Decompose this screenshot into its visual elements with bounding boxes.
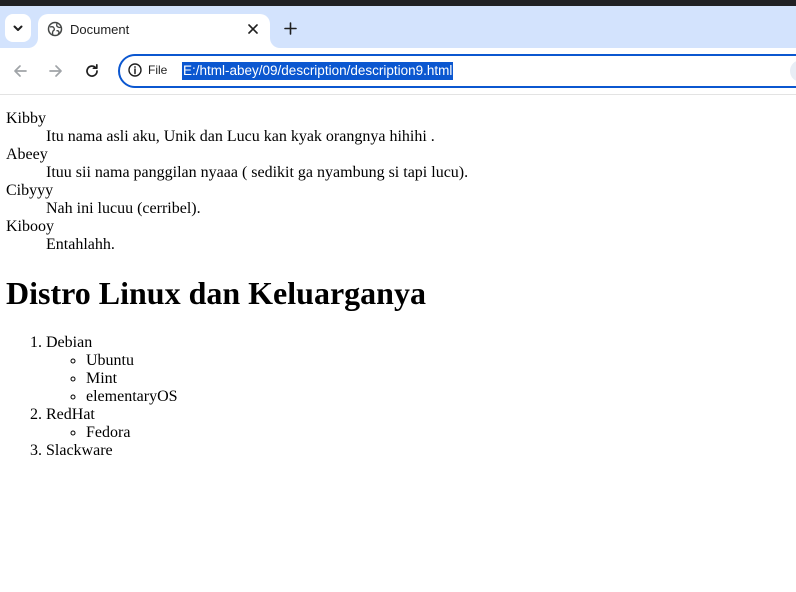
description-list: Kibby Itu nama asli aku, Unik dan Lucu k… bbox=[6, 110, 786, 254]
description-term: Abeey bbox=[6, 146, 48, 163]
page-content: Kibby Itu nama asli aku, Unik dan Lucu k… bbox=[6, 110, 786, 460]
tab-document[interactable]: Document bbox=[38, 14, 270, 48]
page-heading: Distro Linux dan Keluarganya bbox=[6, 275, 426, 311]
distro-list: Debian Ubuntu Mint elementaryOS RedHat F… bbox=[6, 334, 786, 460]
url-text[interactable]: E:/html-abey/09/description/description9… bbox=[182, 62, 454, 80]
reload-button[interactable] bbox=[81, 60, 103, 82]
close-icon bbox=[248, 24, 258, 34]
distro-name: RedHat bbox=[46, 406, 95, 423]
description-detail: Nah ini lucuu (cerribel). bbox=[46, 200, 201, 217]
tab-strip: Document bbox=[0, 6, 796, 48]
distro-name: Debian bbox=[46, 334, 93, 351]
close-tab-button[interactable] bbox=[244, 20, 262, 38]
description-term: Kibby bbox=[6, 110, 46, 127]
browser-toolbar: File E:/html-abey/09/description/descrip… bbox=[0, 48, 796, 95]
site-info-label: File bbox=[148, 63, 168, 77]
distro-children-list: Fedora bbox=[46, 424, 786, 442]
distro-item: Debian Ubuntu Mint elementaryOS bbox=[46, 334, 786, 406]
distro-name: Slackware bbox=[46, 442, 113, 459]
info-icon bbox=[128, 63, 142, 77]
description-term: Kibooy bbox=[6, 218, 54, 235]
tab-title: Document bbox=[70, 22, 130, 37]
reload-icon bbox=[84, 63, 100, 79]
distro-child-item: elementaryOS bbox=[86, 388, 786, 406]
distro-children-list: Ubuntu Mint elementaryOS bbox=[46, 352, 786, 406]
new-tab-button[interactable] bbox=[280, 18, 300, 38]
distro-child-item: Ubuntu bbox=[86, 352, 786, 370]
globe-icon bbox=[47, 21, 63, 37]
distro-child-item: Mint bbox=[86, 370, 786, 388]
forward-button[interactable] bbox=[45, 60, 67, 82]
arrow-left-icon bbox=[12, 63, 28, 79]
address-bar[interactable]: File E:/html-abey/09/description/descrip… bbox=[118, 54, 796, 88]
chevron-down-icon bbox=[12, 22, 24, 34]
plus-icon bbox=[283, 21, 297, 35]
site-info-button[interactable]: File bbox=[128, 63, 167, 77]
distro-item: RedHat Fedora bbox=[46, 406, 786, 442]
description-term: Cibyyy bbox=[6, 182, 54, 199]
arrow-right-icon bbox=[48, 63, 64, 79]
back-button[interactable] bbox=[9, 60, 31, 82]
distro-child-item: Fedora bbox=[86, 424, 786, 442]
description-detail: Itu nama asli aku, Unik dan Lucu kan kya… bbox=[46, 128, 435, 145]
distro-item: Slackware bbox=[46, 442, 786, 460]
description-detail: Entahlahh. bbox=[46, 236, 115, 253]
description-detail: Ituu sii nama panggilan nyaaa ( sedikit … bbox=[46, 164, 469, 181]
